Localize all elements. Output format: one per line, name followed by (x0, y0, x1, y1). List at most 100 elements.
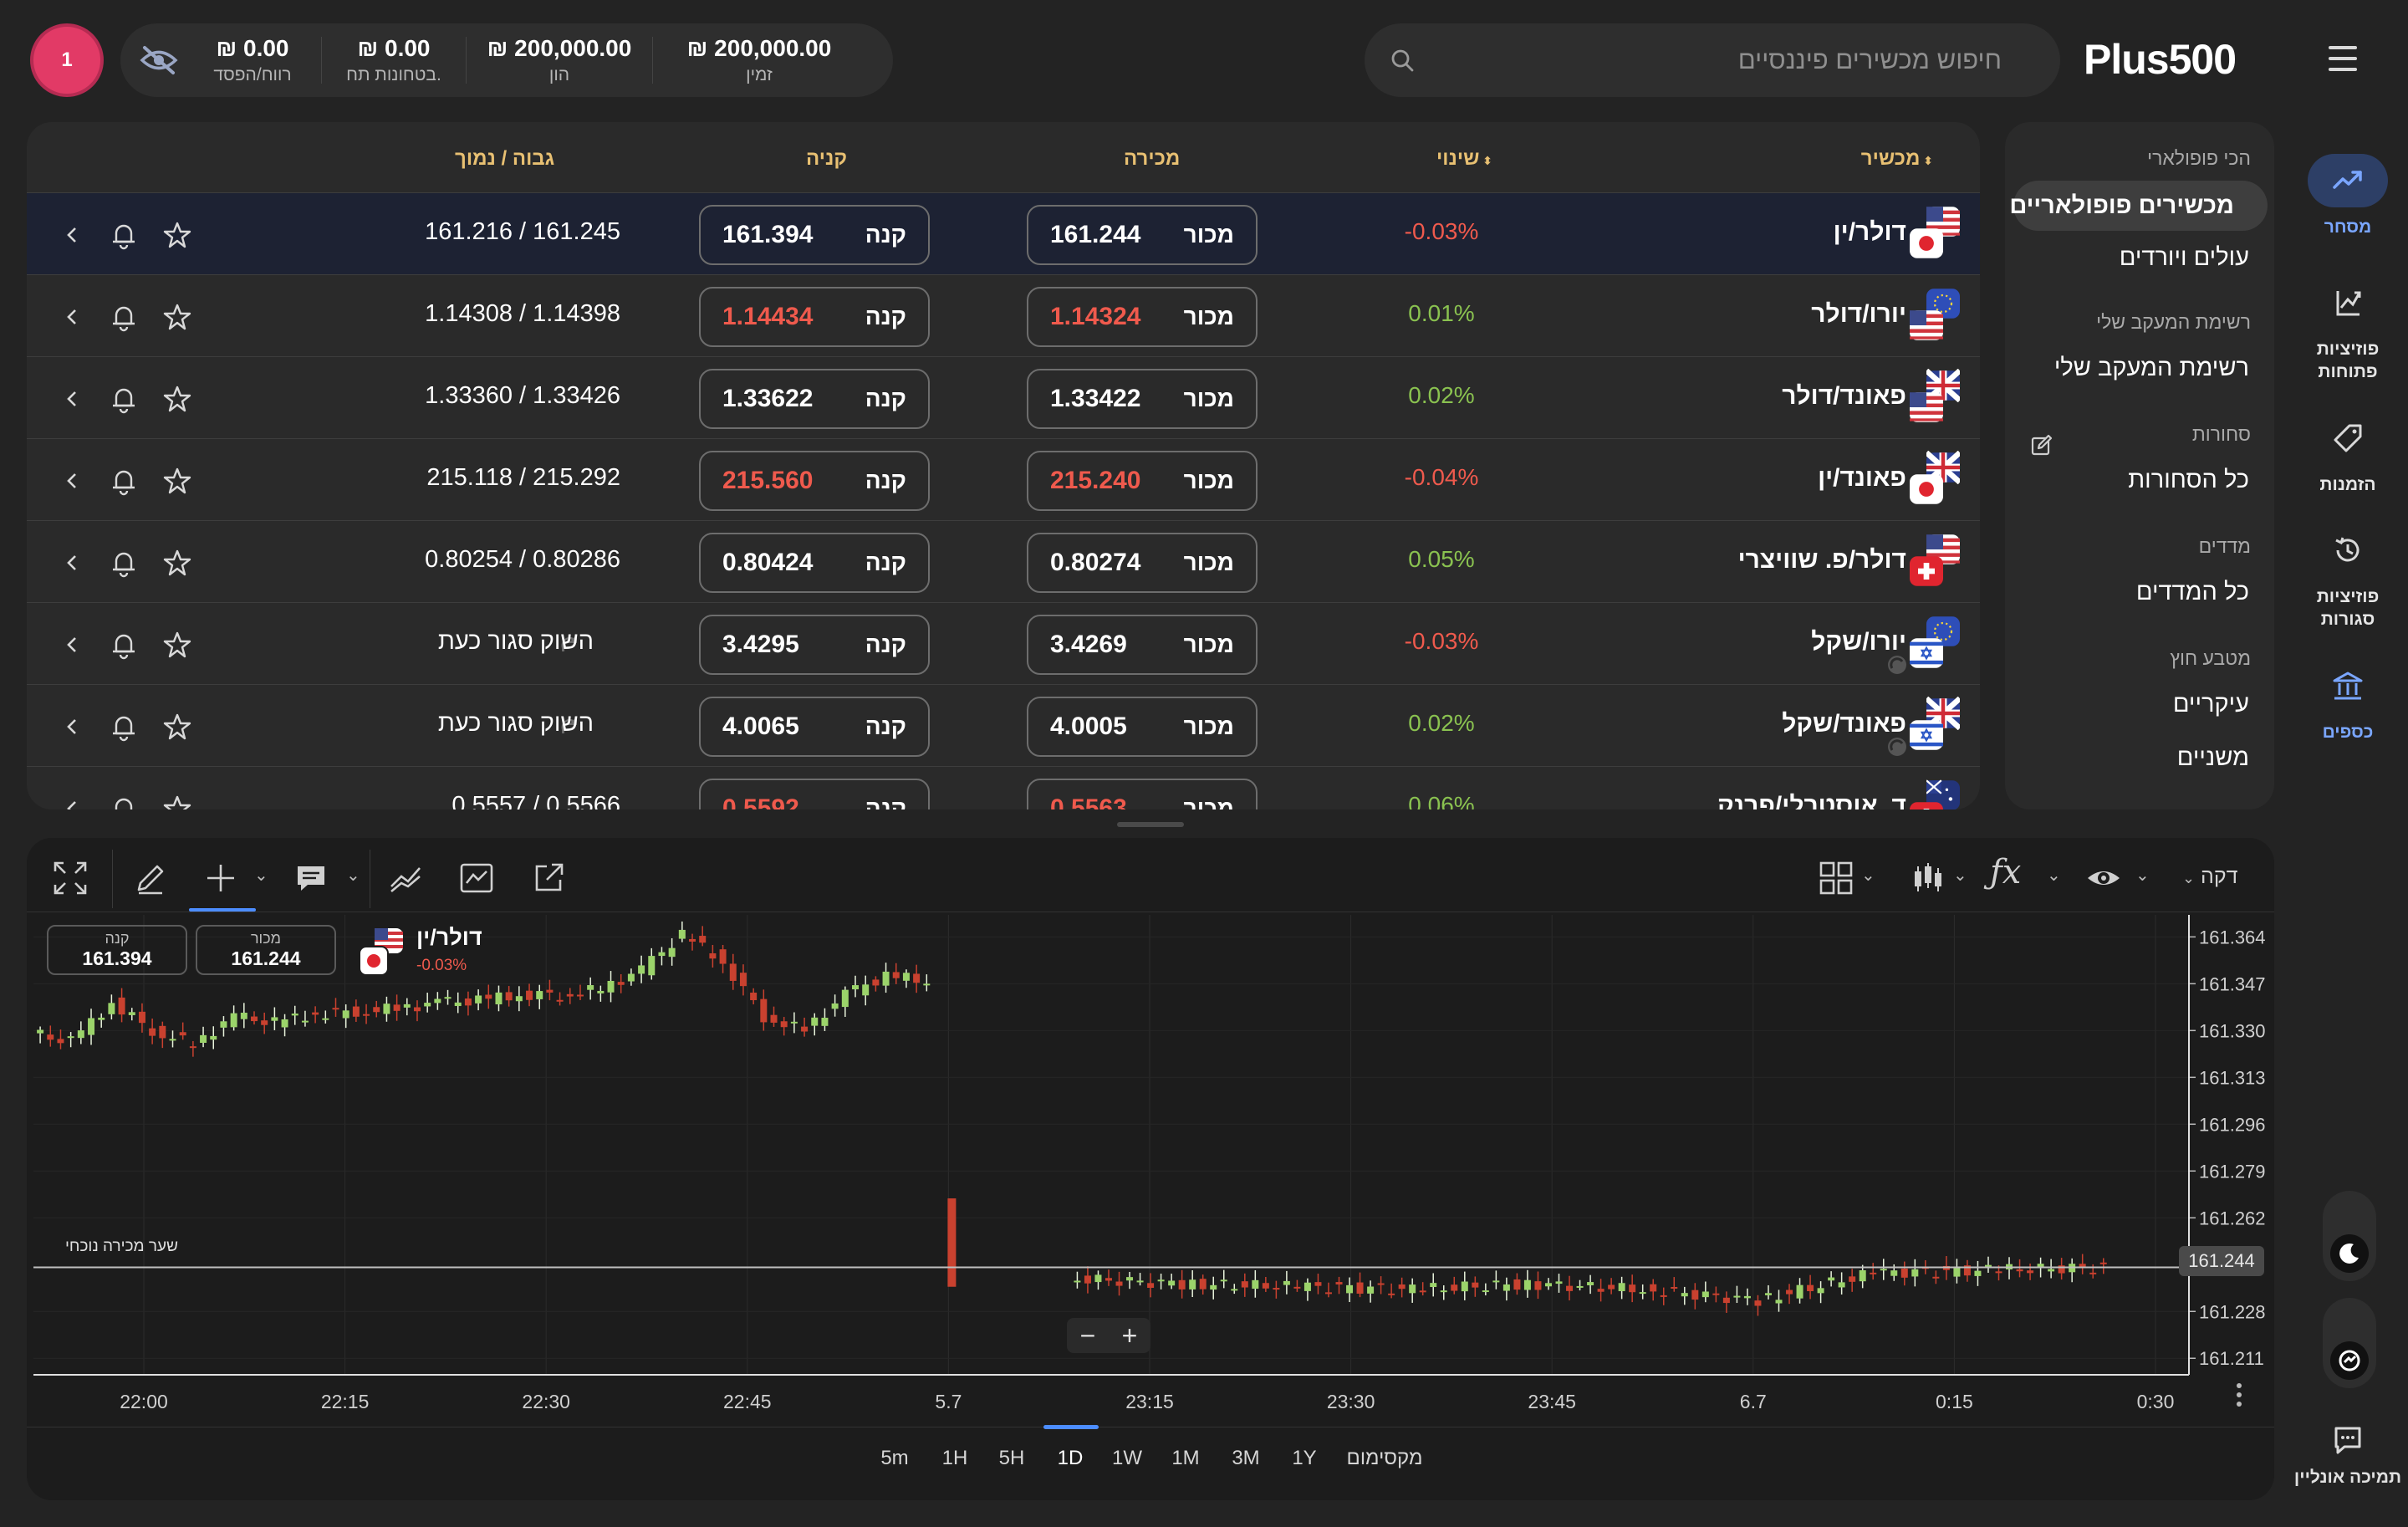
bell-icon[interactable] (109, 712, 139, 742)
sell-button[interactable]: 0.5563 מכור (1027, 779, 1258, 809)
buy-button[interactable]: 0.80424 קנה (699, 533, 930, 593)
bell-icon[interactable] (109, 220, 139, 250)
cat-my-watchlist[interactable]: רשימת המעקב שלי (2054, 355, 2249, 382)
sell-label: מכור (1183, 549, 1234, 575)
notifications-badge[interactable]: 1 (30, 23, 104, 97)
instrument-name[interactable]: פאונד/ין (1818, 464, 1906, 493)
instrument-name[interactable]: דולר/פ. שוויצרי (1738, 546, 1906, 575)
cat-all-commodities[interactable]: כל הסחורות (2128, 467, 2249, 494)
cat-risers-fallers[interactable]: עולים ויורדים (2120, 244, 2249, 272)
bell-icon[interactable] (109, 302, 139, 332)
table-row[interactable]: דולר/ין -0.03% 161.244 מכור 161.394 קנה … (27, 192, 1980, 274)
star-icon[interactable] (162, 630, 192, 660)
nav-orders[interactable]: הזמנות (2274, 411, 2408, 496)
buy-price: 4.0065 (722, 712, 799, 740)
period-option[interactable]: 5H (999, 1447, 1025, 1470)
sell-button[interactable]: 4.0005 מכור (1027, 697, 1258, 757)
sell-button[interactable]: 215.240 מכור (1027, 451, 1258, 511)
bell-icon[interactable] (109, 794, 139, 809)
panel-resize-handle[interactable] (1117, 822, 1184, 827)
star-icon[interactable] (162, 794, 192, 809)
nav-funds[interactable]: כספים (2274, 659, 2408, 743)
buy-button[interactable]: 3.4295 קנה (699, 615, 930, 675)
more-vertical-icon[interactable] (2234, 1381, 2244, 1408)
period-option[interactable]: 3M (1232, 1447, 1259, 1470)
sell-button[interactable]: 0.80274 מכור (1027, 533, 1258, 593)
sell-button[interactable]: 3.4269 מכור (1027, 615, 1258, 675)
sell-label: מכור (1183, 304, 1234, 329)
instrument-name[interactable]: ד. אוסטרלי/פרנק (1717, 792, 1906, 809)
chart-buy-button[interactable]: קנה 161.394 (47, 925, 187, 975)
col-header-change[interactable]: ⬍ שינוי (1436, 147, 1492, 171)
bell-icon[interactable] (109, 630, 139, 660)
nav-trade[interactable]: מסחר (2274, 154, 2408, 238)
cat-popular-instruments[interactable]: מכשירים פופולאריים (2009, 181, 2268, 231)
instrument-name[interactable]: פאונד/שקל (1782, 710, 1906, 738)
bell-icon[interactable] (109, 548, 139, 578)
buy-button[interactable]: 161.394 קנה (699, 205, 930, 265)
online-support-button[interactable]: תמיכה אונליין (2274, 1423, 2408, 1488)
table-row[interactable]: פאונד/ין -0.04% 215.240 מכור 215.560 קנה… (27, 438, 1980, 520)
bell-icon[interactable] (109, 384, 139, 414)
chevron-left-icon[interactable] (59, 384, 89, 414)
zoom-out-button[interactable]: − (1080, 1320, 1096, 1351)
period-option[interactable]: 1W (1112, 1447, 1142, 1470)
nav-open-positions[interactable]: פוזיציות פתוחות (2274, 276, 2408, 383)
candle-body (240, 1012, 247, 1019)
nav-closed-positions[interactable]: פוזיציות סגורות (2274, 523, 2408, 631)
period-option[interactable]: 5m (880, 1447, 908, 1470)
buy-button[interactable]: 1.14434 קנה (699, 287, 930, 347)
chart-sell-button[interactable]: מכור 161.244 (196, 925, 336, 975)
hamburger-menu-icon[interactable] (2329, 46, 2362, 74)
zoom-in-button[interactable]: + (1122, 1320, 1138, 1351)
edit-icon[interactable] (2030, 433, 2053, 457)
star-icon[interactable] (162, 220, 192, 250)
period-option[interactable]: מקסימום (1347, 1447, 1423, 1470)
star-icon[interactable] (162, 302, 192, 332)
eye-slash-icon[interactable] (134, 35, 184, 85)
sell-button[interactable]: 1.14324 מכור (1027, 287, 1258, 347)
chevron-left-icon[interactable] (59, 548, 89, 578)
search-bar[interactable] (1365, 23, 2060, 97)
sell-button[interactable]: 1.33422 מכור (1027, 369, 1258, 429)
chevron-left-icon[interactable] (59, 630, 89, 660)
table-row[interactable]: פאונד/שקל 0.02% 4.0005 מכור 4.0065 קנה ה… (27, 684, 1980, 766)
sell-button[interactable]: 161.244 מכור (1027, 205, 1258, 265)
period-option[interactable]: 1D (1058, 1447, 1084, 1470)
cat-forex-majors[interactable]: עיקריים (2173, 691, 2249, 718)
buy-button[interactable]: 4.0065 קנה (699, 697, 930, 757)
star-icon[interactable] (162, 466, 192, 496)
chevron-left-icon[interactable] (59, 466, 89, 496)
candle-body (1126, 1277, 1134, 1281)
col-header-instrument[interactable]: ⬍ מכשיר (1861, 147, 1933, 171)
star-icon[interactable] (162, 384, 192, 414)
table-row[interactable]: יורו/דולר 0.01% 1.14324 מכור 1.14434 קנה… (27, 274, 1980, 356)
table-row[interactable]: יורו/שקל -0.03% 3.4269 מכור 3.4295 קנה ה… (27, 602, 1980, 684)
chevron-left-icon[interactable] (59, 712, 89, 742)
buy-button[interactable]: 215.560 קנה (699, 451, 930, 511)
buy-button[interactable]: 0.5592 קנה (699, 779, 930, 809)
cat-all-indices[interactable]: כל המדדים (2136, 579, 2249, 606)
star-icon[interactable] (162, 548, 192, 578)
period-option[interactable]: 1H (942, 1447, 968, 1470)
table-row[interactable]: פאונד/דולר 0.02% 1.33422 מכור 1.33622 קנ… (27, 356, 1980, 438)
bell-icon[interactable] (109, 466, 139, 496)
chevron-left-icon[interactable] (59, 220, 89, 250)
instrument-name[interactable]: יורו/שקל (1811, 628, 1906, 656)
dark-mode-toggle[interactable] (2323, 1191, 2376, 1281)
table-row[interactable]: ד. אוסטרלי/פרנק 0.06% 0.5563 מכור 0.5592… (27, 766, 1980, 809)
period-option[interactable]: 1M (1171, 1447, 1199, 1470)
chevron-left-icon[interactable] (59, 302, 89, 332)
star-icon[interactable] (162, 712, 192, 742)
instrument-name[interactable]: יורו/דולר (1811, 300, 1906, 329)
chevron-left-icon[interactable] (59, 794, 89, 809)
buy-button[interactable]: 1.33622 קנה (699, 369, 930, 429)
instrument-name[interactable]: פאונד/דולר (1782, 382, 1906, 411)
period-option[interactable]: 1Y (1292, 1447, 1316, 1470)
search-input[interactable] (1415, 45, 2002, 75)
theme-toggle[interactable] (2323, 1298, 2376, 1388)
instrument-name[interactable]: דולר/ין (1834, 218, 1906, 247)
cat-forex-minors[interactable]: משניים (2177, 744, 2249, 772)
table-row[interactable]: דולר/פ. שוויצרי 0.05% 0.80274 מכור 0.804… (27, 520, 1980, 602)
sort-icon: ⬍ (1479, 154, 1493, 167)
